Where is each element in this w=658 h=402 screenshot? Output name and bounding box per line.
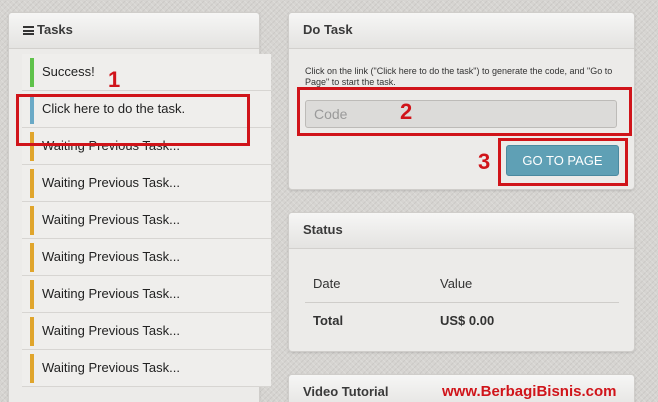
task-item-waiting: Waiting Previous Task...	[22, 165, 271, 202]
total-value: US$ 0.00	[440, 312, 495, 328]
task-item-success[interactable]: Success!	[22, 54, 271, 91]
tasks-title: Tasks	[37, 22, 73, 37]
task-item-waiting: Waiting Previous Task...	[22, 239, 271, 276]
task-status-bar	[30, 169, 34, 198]
status-panel: Status Date Value Total US$ 0.00	[288, 212, 635, 352]
annotation-number-3: 3	[478, 149, 491, 174]
annotation-box-go-to-page	[498, 138, 628, 186]
task-label: Waiting Previous Task...	[42, 175, 180, 190]
task-status-bar	[30, 206, 34, 235]
task-item-waiting: Waiting Previous Task...	[22, 313, 271, 350]
instructions-text: Click on the link ("Click here to do the…	[305, 66, 613, 87]
do-task-header: Do Task	[289, 13, 634, 49]
task-item-waiting: Waiting Previous Task...	[22, 276, 271, 313]
task-label: Waiting Previous Task...	[42, 360, 180, 375]
task-item-waiting: Waiting Previous Task...	[22, 350, 271, 387]
annotation-box-task-link	[16, 94, 250, 146]
task-status-bar	[30, 317, 34, 346]
total-label: Total	[313, 312, 344, 328]
annotation-box-code-input	[297, 87, 632, 136]
annotation-number-1: 1	[108, 67, 121, 92]
task-label: Success!	[42, 64, 95, 79]
value-column-header: Value	[432, 266, 619, 303]
task-item-waiting: Waiting Previous Task...	[22, 202, 271, 239]
date-column-header: Date	[305, 266, 432, 303]
task-status-bar	[30, 243, 34, 272]
tasks-header: Tasks	[9, 13, 259, 49]
task-label: Waiting Previous Task...	[42, 249, 180, 264]
task-status-bar	[30, 58, 34, 87]
task-status-bar	[30, 280, 34, 309]
annotation-number-2: 2	[400, 99, 413, 124]
task-label: Waiting Previous Task...	[42, 212, 180, 227]
task-label: Waiting Previous Task...	[42, 323, 180, 338]
menu-icon	[23, 26, 34, 35]
status-header: Status	[289, 213, 634, 249]
status-header-row: Date Value	[305, 266, 619, 303]
status-table: Date Value Total US$ 0.00	[305, 266, 619, 338]
task-label: Waiting Previous Task...	[42, 286, 180, 301]
status-total-row: Total US$ 0.00	[305, 302, 619, 338]
task-status-bar	[30, 354, 34, 383]
watermark-text: www.BerbagiBisnis.com	[442, 383, 617, 400]
